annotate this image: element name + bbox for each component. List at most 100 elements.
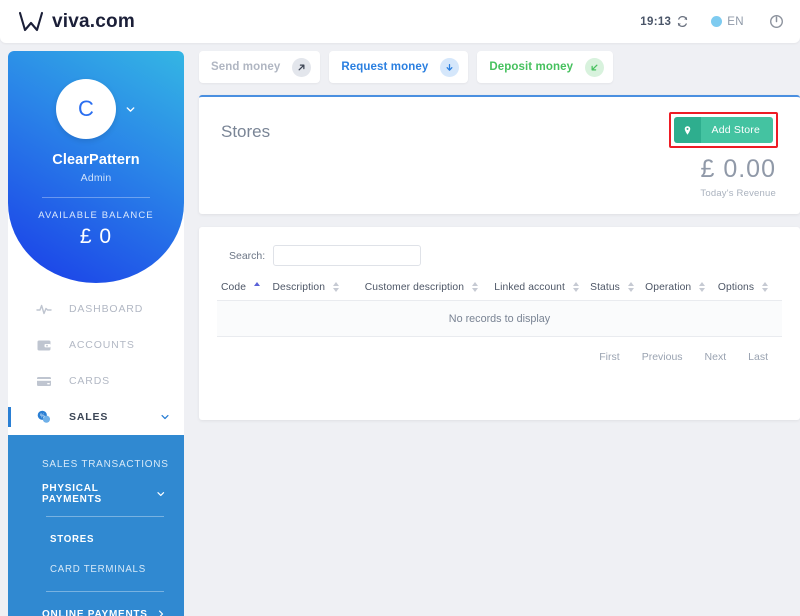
request-money-button[interactable]: Request money bbox=[329, 51, 469, 83]
table-header-row: Code Description Customer description Li… bbox=[217, 281, 782, 300]
stores-table-panel: Search: Code Description Customer descri… bbox=[199, 227, 800, 420]
sidebar-item-physical-payments[interactable]: PHYSICAL PAYMENTS bbox=[8, 479, 184, 509]
sort-none-icon bbox=[762, 282, 769, 292]
pagination: First Previous Next Last bbox=[217, 337, 782, 363]
available-balance-value: £ 0 bbox=[79, 225, 113, 248]
profile-role: Admin bbox=[80, 172, 112, 184]
column-header-options[interactable]: Options bbox=[718, 281, 780, 293]
header-right-group: 19:13 EN bbox=[640, 14, 784, 29]
add-store-highlight-box: Add Store bbox=[668, 112, 778, 148]
empty-state-message: No records to display bbox=[217, 300, 782, 337]
sidebar-item-label: SALES TRANSACTIONS bbox=[42, 458, 169, 470]
pagination-previous[interactable]: Previous bbox=[642, 351, 683, 363]
pagination-next[interactable]: Next bbox=[705, 351, 727, 363]
column-label: Description bbox=[272, 281, 326, 293]
action-label: Request money bbox=[341, 61, 429, 73]
submenu-divider-top bbox=[46, 516, 164, 517]
avatar-row[interactable]: C bbox=[8, 51, 184, 139]
todays-revenue-block: £ 0.00 Today's Revenue bbox=[700, 155, 776, 199]
chevron-right-icon[interactable] bbox=[156, 609, 166, 616]
sidebar: C ClearPattern Admin AVAILABLE BALANCE £… bbox=[8, 51, 184, 616]
column-header-description[interactable]: Description bbox=[272, 281, 364, 293]
deposit-money-button[interactable]: Deposit money bbox=[477, 51, 614, 83]
column-label: Status bbox=[590, 281, 620, 293]
sidebar-item-stores[interactable]: STORES bbox=[8, 524, 184, 554]
column-label: Operation bbox=[645, 281, 692, 293]
sort-ascending-icon bbox=[254, 282, 261, 286]
available-balance-label: AVAILABLE BALANCE bbox=[38, 210, 154, 221]
chevron-down-icon[interactable] bbox=[160, 412, 170, 422]
sidebar-item-online-payments[interactable]: ONLINE PAYMENTS bbox=[8, 599, 184, 616]
sales-bubbles-icon: % bbox=[37, 410, 50, 423]
activity-pulse-icon bbox=[36, 304, 52, 315]
sidebar-item-sales[interactable]: % SALES bbox=[8, 399, 184, 435]
search-input[interactable] bbox=[273, 245, 422, 266]
sort-none-icon bbox=[699, 282, 706, 292]
add-store-label: Add Store bbox=[700, 117, 773, 143]
revenue-amount: £ 0.00 bbox=[700, 155, 776, 183]
column-label: Options bbox=[717, 281, 755, 293]
column-header-status[interactable]: Status bbox=[590, 281, 645, 293]
sidebar-item-label: CARDS bbox=[69, 375, 111, 387]
sidebar-item-accounts[interactable]: ACCOUNTS bbox=[8, 327, 184, 363]
quick-actions-row: Send money Request money Deposit money bbox=[199, 51, 800, 83]
sidebar-item-cards[interactable]: CARDS bbox=[8, 363, 184, 399]
sidebar-item-card-terminals[interactable]: CARD TERMINALS bbox=[8, 554, 184, 584]
page-title: Stores bbox=[221, 122, 271, 141]
sort-none-icon bbox=[472, 282, 479, 292]
send-money-button[interactable]: Send money bbox=[199, 51, 321, 83]
clock-time: 19:13 bbox=[640, 15, 672, 28]
sort-none-icon bbox=[627, 282, 634, 292]
main-content: Send money Request money Deposit money S… bbox=[199, 51, 800, 420]
action-label: Deposit money bbox=[489, 61, 574, 73]
revenue-caption: Today's Revenue bbox=[700, 188, 776, 199]
column-label: Code bbox=[221, 281, 247, 293]
column-header-code[interactable]: Code bbox=[221, 281, 272, 293]
arrow-down-left-icon bbox=[585, 57, 605, 77]
stores-header-panel: Stores Add Store £ 0.00 Today's Revenue bbox=[199, 95, 800, 214]
refresh-icon[interactable] bbox=[676, 15, 689, 28]
sort-none-icon bbox=[333, 282, 340, 292]
sidebar-item-label: SALES bbox=[69, 411, 109, 423]
column-label: Customer description bbox=[364, 281, 465, 293]
globe-icon bbox=[711, 16, 723, 27]
map-pin-icon bbox=[673, 117, 701, 143]
svg-text:%: % bbox=[40, 413, 45, 419]
submenu-divider-bottom bbox=[46, 591, 164, 592]
sidebar-submenu-sales: SALES TRANSACTIONS PHYSICAL PAYMENTS STO… bbox=[8, 435, 184, 616]
column-label: Linked account bbox=[494, 281, 565, 293]
column-header-customer-description[interactable]: Customer description bbox=[365, 281, 495, 293]
column-header-linked-account[interactable]: Linked account bbox=[494, 281, 590, 293]
credit-card-icon bbox=[37, 377, 51, 386]
sidebar-item-label: CARD TERMINALS bbox=[50, 563, 146, 575]
sidebar-item-label: ACCOUNTS bbox=[69, 339, 135, 351]
sidebar-item-dashboard[interactable]: DASHBOARD bbox=[8, 291, 184, 327]
viva-w-logo-icon bbox=[18, 11, 44, 31]
pagination-last[interactable]: Last bbox=[748, 351, 768, 363]
arrow-down-icon bbox=[440, 57, 460, 77]
profile-shield: C ClearPattern Admin AVAILABLE BALANCE £… bbox=[8, 51, 184, 283]
search-row: Search: bbox=[217, 227, 782, 266]
sidebar-item-label: PHYSICAL PAYMENTS bbox=[42, 483, 102, 505]
sidebar-item-sales-transactions[interactable]: SALES TRANSACTIONS bbox=[8, 449, 184, 479]
arrow-up-right-icon bbox=[292, 57, 312, 77]
chevron-down-icon[interactable] bbox=[156, 489, 166, 499]
add-store-button[interactable]: Add Store bbox=[673, 117, 773, 143]
sidebar-item-label: DASHBOARD bbox=[69, 303, 144, 315]
brand-logo-group[interactable]: viva.com bbox=[18, 11, 135, 33]
sidebar-item-label: ONLINE PAYMENTS bbox=[42, 608, 148, 616]
language-label: EN bbox=[727, 15, 744, 28]
sort-none-icon bbox=[572, 282, 579, 292]
pagination-first[interactable]: First bbox=[599, 351, 619, 363]
search-label: Search: bbox=[229, 249, 266, 262]
column-header-operation[interactable]: Operation bbox=[645, 281, 718, 293]
power-icon[interactable] bbox=[769, 14, 784, 29]
profile-name: ClearPattern bbox=[52, 152, 140, 168]
top-header-bar: viva.com 19:13 EN bbox=[0, 0, 800, 43]
avatar[interactable]: C bbox=[56, 79, 116, 139]
wallet-icon bbox=[37, 340, 51, 351]
language-selector[interactable]: EN bbox=[711, 16, 744, 28]
sidebar-nav: DASHBOARD ACCOUNTS CARDS % SALES SALES T… bbox=[8, 283, 184, 616]
brand-name: viva.com bbox=[52, 10, 135, 32]
chevron-down-icon[interactable] bbox=[125, 104, 136, 115]
